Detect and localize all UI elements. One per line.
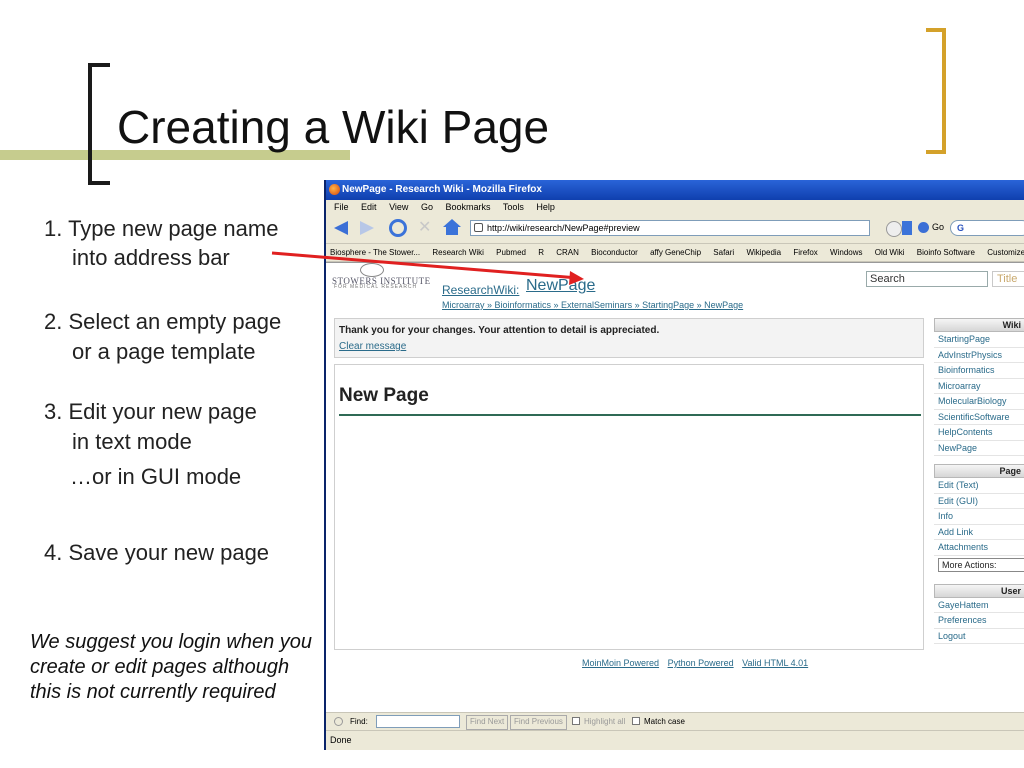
arrow-shaft (271, 251, 579, 280)
arrow-head (569, 271, 584, 285)
annotation-arrow (271, 251, 584, 285)
